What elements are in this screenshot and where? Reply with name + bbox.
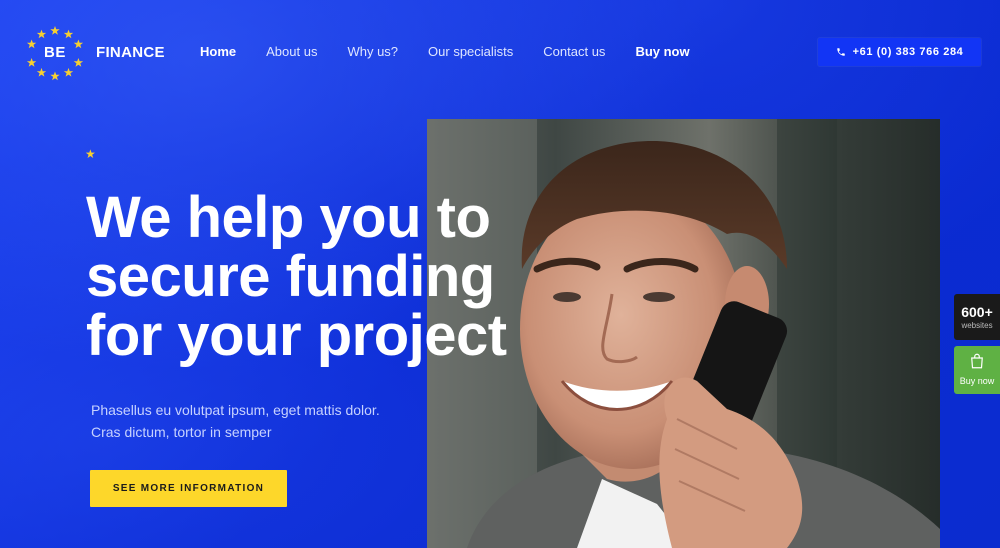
buy-now-label: Buy now xyxy=(959,376,995,386)
nav-about-us[interactable]: About us xyxy=(266,44,317,59)
site-logo[interactable]: BE FINANCE xyxy=(26,24,176,82)
logo-finance-text: FINANCE xyxy=(96,44,165,61)
main-nav: Home About us Why us? Our specialists Co… xyxy=(200,44,720,59)
nav-contact-us[interactable]: Contact us xyxy=(543,44,605,59)
websites-count-widget[interactable]: 600+ websites xyxy=(954,294,1000,340)
nav-why-us[interactable]: Why us? xyxy=(347,44,398,59)
phone-icon xyxy=(836,48,845,56)
hero-title-line-3: for your project xyxy=(86,303,507,368)
phone-button[interactable]: +61 (0) 383 766 284 xyxy=(818,38,981,66)
hero-subtitle: Phasellus eu volutpat ipsum, eget mattis… xyxy=(91,402,380,440)
phone-number: +61 (0) 383 766 284 xyxy=(852,46,964,58)
star-icon: ★ xyxy=(85,147,96,161)
websites-label: websites xyxy=(961,321,993,330)
nav-home[interactable]: Home xyxy=(200,44,236,59)
websites-count: 600+ xyxy=(961,304,993,320)
logo-be-text: BE xyxy=(44,44,66,61)
shopping-bag-icon xyxy=(954,352,1000,375)
hero-title-line-1: We help you to xyxy=(86,185,491,250)
nav-buy-now[interactable]: Buy now xyxy=(635,44,689,59)
hero-title: We help you to secure funding for your p… xyxy=(86,188,556,365)
buy-now-widget[interactable]: Buy now xyxy=(954,346,1000,394)
nav-our-specialists[interactable]: Our specialists xyxy=(428,44,513,59)
see-more-information-button[interactable]: SEE MORE INFORMATION xyxy=(90,470,287,507)
hero-title-line-2: secure funding xyxy=(86,244,495,309)
